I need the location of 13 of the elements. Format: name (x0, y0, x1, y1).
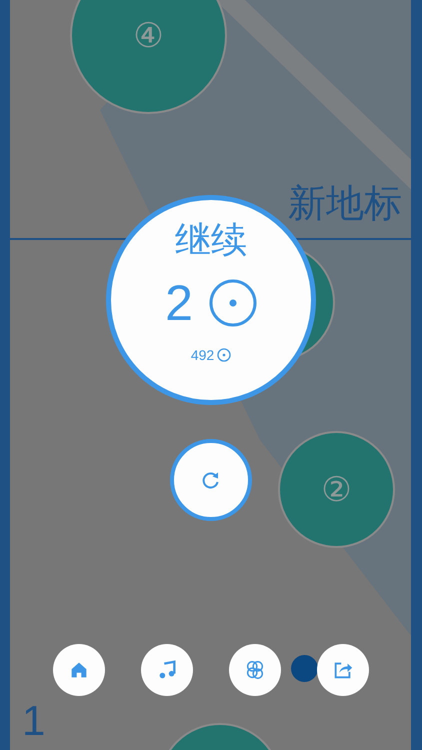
landmark-number: ④ (132, 18, 165, 52)
themes-button[interactable] (229, 644, 281, 696)
level-number: 1 (22, 700, 46, 742)
music-button[interactable] (141, 644, 193, 696)
landmark-number: ② (320, 472, 353, 506)
home-button[interactable] (53, 644, 105, 696)
score: 492 (190, 348, 214, 362)
continue-title: 继续 (175, 220, 247, 260)
dot (291, 655, 318, 682)
share-button[interactable] (317, 644, 369, 696)
landmark-count: 2 (165, 278, 193, 328)
circles-icon (244, 659, 266, 681)
restart-icon (201, 470, 221, 490)
